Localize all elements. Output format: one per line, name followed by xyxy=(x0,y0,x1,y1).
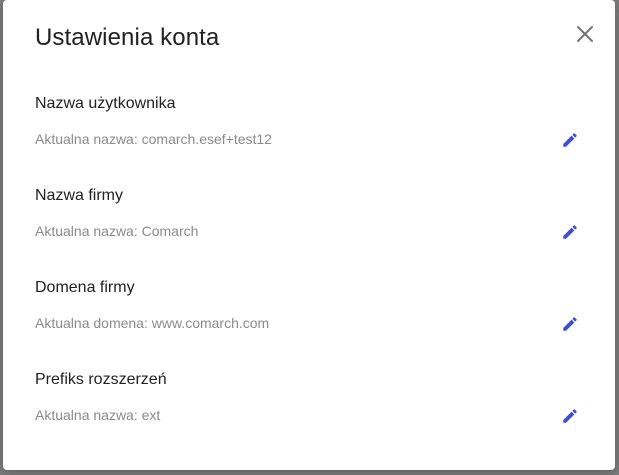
dialog-title: Ustawienia konta xyxy=(35,24,220,51)
section-username: Nazwa użytkownika Aktualna nazwa: comarc… xyxy=(35,95,583,167)
close-button[interactable] xyxy=(572,21,598,47)
pencil-icon xyxy=(563,225,577,239)
section-company-name: Nazwa firmy Aktualna nazwa: Comarch xyxy=(35,187,583,259)
pencil-icon xyxy=(563,133,577,147)
section-value: Aktualna nazwa: comarch.esef+test12 xyxy=(35,131,272,147)
section-label: Prefiks rozszerzeń xyxy=(35,371,167,388)
edit-company-domain-button[interactable] xyxy=(559,313,581,335)
account-settings-dialog: Ustawienia konta Nazwa użytkownika Aktua… xyxy=(3,0,615,470)
section-label: Nazwa firmy xyxy=(35,187,124,204)
section-extension-prefix: Prefiks rozszerzeń Aktualna nazwa: ext xyxy=(35,371,583,443)
section-company-domain: Domena firmy Aktualna domena: www.comarc… xyxy=(35,279,583,351)
edit-company-name-button[interactable] xyxy=(559,221,581,243)
pencil-icon xyxy=(563,317,577,331)
section-label: Domena firmy xyxy=(35,279,135,296)
section-label: Nazwa użytkownika xyxy=(35,95,176,112)
close-icon xyxy=(577,26,593,42)
edit-username-button[interactable] xyxy=(559,129,581,151)
section-value: Aktualna domena: www.comarch.com xyxy=(35,315,270,331)
edit-extension-prefix-button[interactable] xyxy=(559,405,581,427)
pencil-icon xyxy=(563,409,577,423)
section-value: Aktualna nazwa: ext xyxy=(35,407,161,423)
section-value: Aktualna nazwa: Comarch xyxy=(35,223,199,239)
